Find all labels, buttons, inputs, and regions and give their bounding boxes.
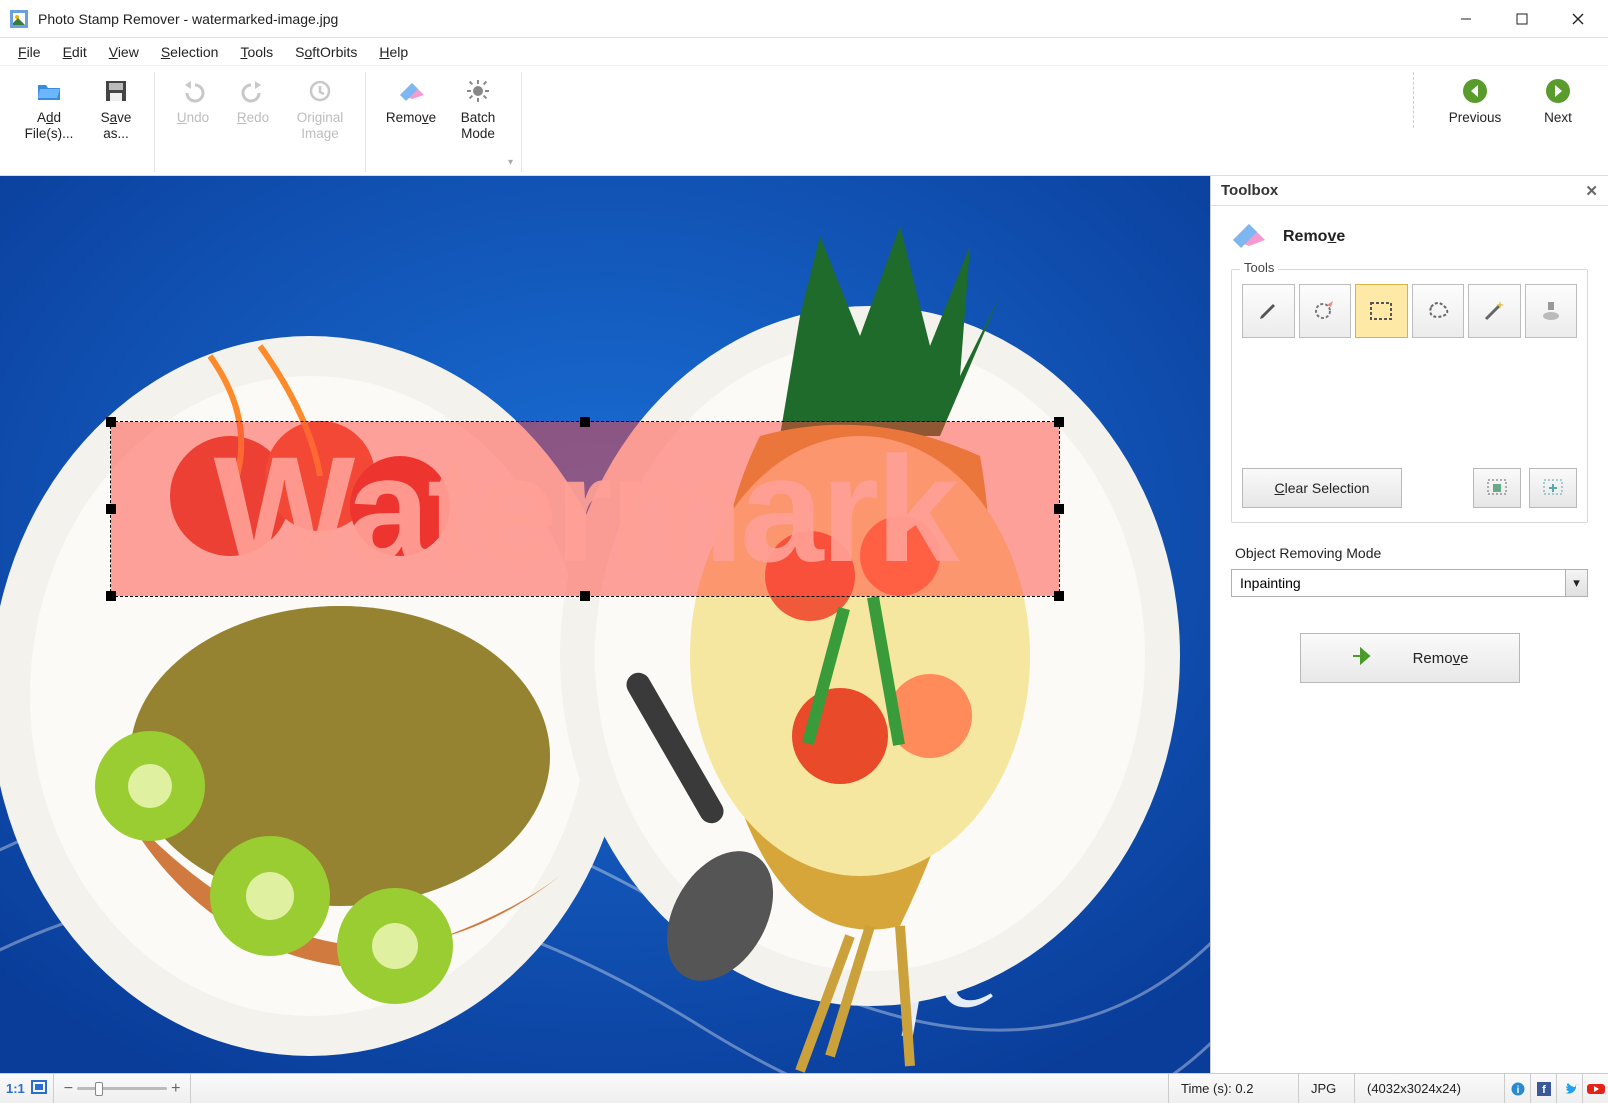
menu-selection[interactable]: Selection (151, 41, 229, 63)
redo-icon (240, 78, 266, 104)
handle-se[interactable] (1054, 591, 1064, 601)
mode-value[interactable] (1232, 570, 1565, 596)
handle-n[interactable] (580, 417, 590, 427)
remove-action-label: Remove (1413, 650, 1469, 667)
save-icon (103, 78, 129, 104)
marker-tool[interactable] (1242, 284, 1295, 338)
close-button[interactable] (1550, 1, 1606, 37)
handle-w[interactable] (106, 504, 116, 514)
menu-softorbits[interactable]: SoftOrbits (285, 41, 367, 63)
menu-help[interactable]: Help (369, 41, 418, 63)
zoom-out-icon[interactable]: − (64, 1080, 73, 1098)
previous-button[interactable]: Previous (1438, 72, 1512, 128)
menu-file[interactable]: File (8, 41, 51, 63)
info-icon[interactable]: i (1504, 1074, 1530, 1103)
handle-s[interactable] (580, 591, 590, 601)
toolbar: AddFile(s)... Saveas... Undo Redo Origin… (0, 66, 1608, 176)
fit-screen-icon[interactable] (31, 1080, 47, 1097)
zoom-in-icon[interactable]: + (171, 1080, 180, 1098)
menubar: File Edit View Selection Tools SoftOrbit… (0, 38, 1608, 66)
handle-ne[interactable] (1054, 417, 1064, 427)
overflow-icon[interactable]: ▾ (508, 157, 513, 172)
menu-tools[interactable]: Tools (230, 41, 283, 63)
svg-text:i: i (1516, 1085, 1519, 1096)
handle-e[interactable] (1054, 504, 1064, 514)
window-title: Photo Stamp Remover - watermarked-image.… (38, 11, 338, 27)
status-time: Time (s): 0.2 (1168, 1074, 1298, 1103)
menu-edit[interactable]: Edit (53, 41, 97, 63)
photo-image: fe (0, 176, 1210, 1073)
gear-icon (465, 78, 491, 104)
image-canvas[interactable]: fe (0, 176, 1210, 1073)
menu-view[interactable]: View (99, 41, 149, 63)
watermark-text: Watermark (111, 422, 1059, 596)
next-label: Next (1544, 110, 1572, 126)
rectangle-select-tool[interactable] (1355, 284, 1408, 338)
status-format: JPG (1298, 1074, 1354, 1103)
mode-label: Object Removing Mode (1235, 545, 1588, 561)
mode-combo[interactable]: ▾ (1231, 569, 1588, 597)
toolbox-section-title: Remove (1283, 228, 1345, 246)
history-icon (307, 78, 333, 104)
previous-label: Previous (1449, 110, 1502, 126)
arrow-right-icon (1351, 647, 1373, 669)
add-files-button[interactable]: AddFile(s)... (12, 72, 86, 144)
toolbox-panel: Toolbox ✕ Remove Tools Clear Select (1210, 176, 1608, 1073)
twitter-icon[interactable] (1556, 1074, 1582, 1103)
toolbox-close-icon[interactable]: ✕ (1585, 182, 1598, 200)
arrow-left-icon (1462, 78, 1488, 104)
redo-button[interactable]: Redo (223, 72, 283, 128)
eraser-icon (1231, 222, 1267, 251)
titlebar: Photo Stamp Remover - watermarked-image.… (0, 0, 1608, 38)
undo-label: Undo (177, 110, 209, 126)
load-selection-button[interactable] (1529, 468, 1577, 508)
original-image-button[interactable]: OriginalImage (283, 72, 357, 144)
magic-wand-tool[interactable] (1468, 284, 1521, 338)
remove-button[interactable]: Remove (374, 72, 448, 128)
original-image-label: OriginalImage (297, 110, 344, 142)
slider-thumb[interactable] (95, 1082, 103, 1096)
next-button[interactable]: Next (1528, 72, 1588, 128)
eraser-icon (398, 78, 424, 104)
remove-label: Remove (386, 110, 436, 126)
add-files-label: AddFile(s)... (25, 110, 74, 142)
clone-stamp-tool[interactable] (1525, 284, 1578, 338)
zoom-slider[interactable]: − + (54, 1074, 192, 1103)
folder-open-icon (36, 78, 62, 104)
batch-mode-label: BatchMode (461, 110, 496, 142)
youtube-icon[interactable] (1582, 1074, 1608, 1103)
app-icon (10, 10, 28, 28)
zoom-actual-button[interactable]: 1:1 (6, 1081, 25, 1096)
chevron-down-icon[interactable]: ▾ (1565, 570, 1587, 596)
tools-fieldset: Tools Clear Selection (1231, 269, 1588, 523)
redo-label: Redo (237, 110, 269, 126)
batch-mode-button[interactable]: BatchMode (448, 72, 508, 144)
handle-nw[interactable] (106, 417, 116, 427)
smart-select-tool[interactable] (1299, 284, 1352, 338)
save-selection-button[interactable] (1473, 468, 1521, 508)
undo-button[interactable]: Undo (163, 72, 223, 128)
selection-rectangle[interactable]: Watermark (110, 421, 1060, 597)
undo-icon (180, 78, 206, 104)
statusbar: 1:1 − + Time (s): 0.2 JPG (4032x3024x24)… (0, 1073, 1608, 1103)
maximize-button[interactable] (1494, 1, 1550, 37)
toolbox-title: Toolbox (1221, 182, 1278, 199)
facebook-icon[interactable]: f (1530, 1074, 1556, 1103)
slider-track[interactable] (77, 1087, 167, 1090)
tools-legend: Tools (1240, 260, 1278, 275)
arrow-right-icon (1545, 78, 1571, 104)
handle-sw[interactable] (106, 591, 116, 601)
save-as-button[interactable]: Saveas... (86, 72, 146, 144)
remove-action-button[interactable]: Remove (1300, 633, 1520, 683)
free-select-tool[interactable] (1412, 284, 1465, 338)
clear-selection-button[interactable]: Clear Selection (1242, 468, 1402, 508)
status-dimensions: (4032x3024x24) (1354, 1074, 1504, 1103)
save-as-label: Saveas... (101, 110, 132, 142)
svg-text:f: f (1542, 1084, 1546, 1096)
minimize-button[interactable] (1438, 1, 1494, 37)
